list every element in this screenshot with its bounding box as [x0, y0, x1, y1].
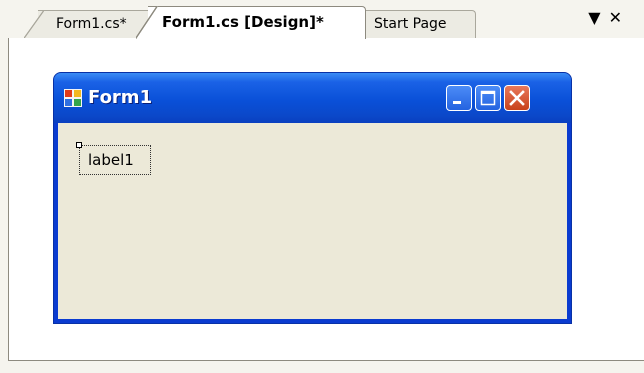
form-window[interactable]: Form1 label1 [53, 72, 572, 324]
close-icon [509, 90, 525, 106]
label-control[interactable]: label1 [76, 142, 151, 175]
label-text: label1 [88, 151, 134, 169]
selection-grip[interactable] [76, 142, 82, 148]
form-title: Form1 [88, 87, 153, 108]
bottom-border [0, 361, 644, 373]
minimize-button[interactable] [446, 85, 472, 111]
close-icon[interactable]: ✕ [609, 8, 630, 27]
minimize-icon [453, 101, 461, 104]
maximize-icon [480, 90, 496, 106]
form-titlebar[interactable]: Form1 [54, 73, 571, 123]
ide-window: Form1.cs* Start Page Form1.cs [Design]* … [0, 0, 644, 373]
close-button[interactable] [504, 85, 530, 111]
left-border [0, 38, 8, 361]
chevron-down-icon[interactable]: ▼ [588, 8, 608, 27]
tab-label: Start Page [374, 16, 447, 32]
tab-controls: ▼✕ [588, 8, 630, 27]
document-tab-strip: Form1.cs* Start Page Form1.cs [Design]* … [0, 0, 644, 39]
tab-form1-design[interactable]: Form1.cs [Design]* [136, 6, 366, 39]
form-app-icon [64, 89, 82, 107]
maximize-button[interactable] [475, 85, 501, 111]
tab-label: Form1.cs* [56, 16, 127, 32]
tab-start-page[interactable]: Start Page [346, 10, 476, 38]
tab-label: Form1.cs [Design]* [162, 13, 324, 31]
form-client-area[interactable]: label1 [58, 123, 567, 319]
